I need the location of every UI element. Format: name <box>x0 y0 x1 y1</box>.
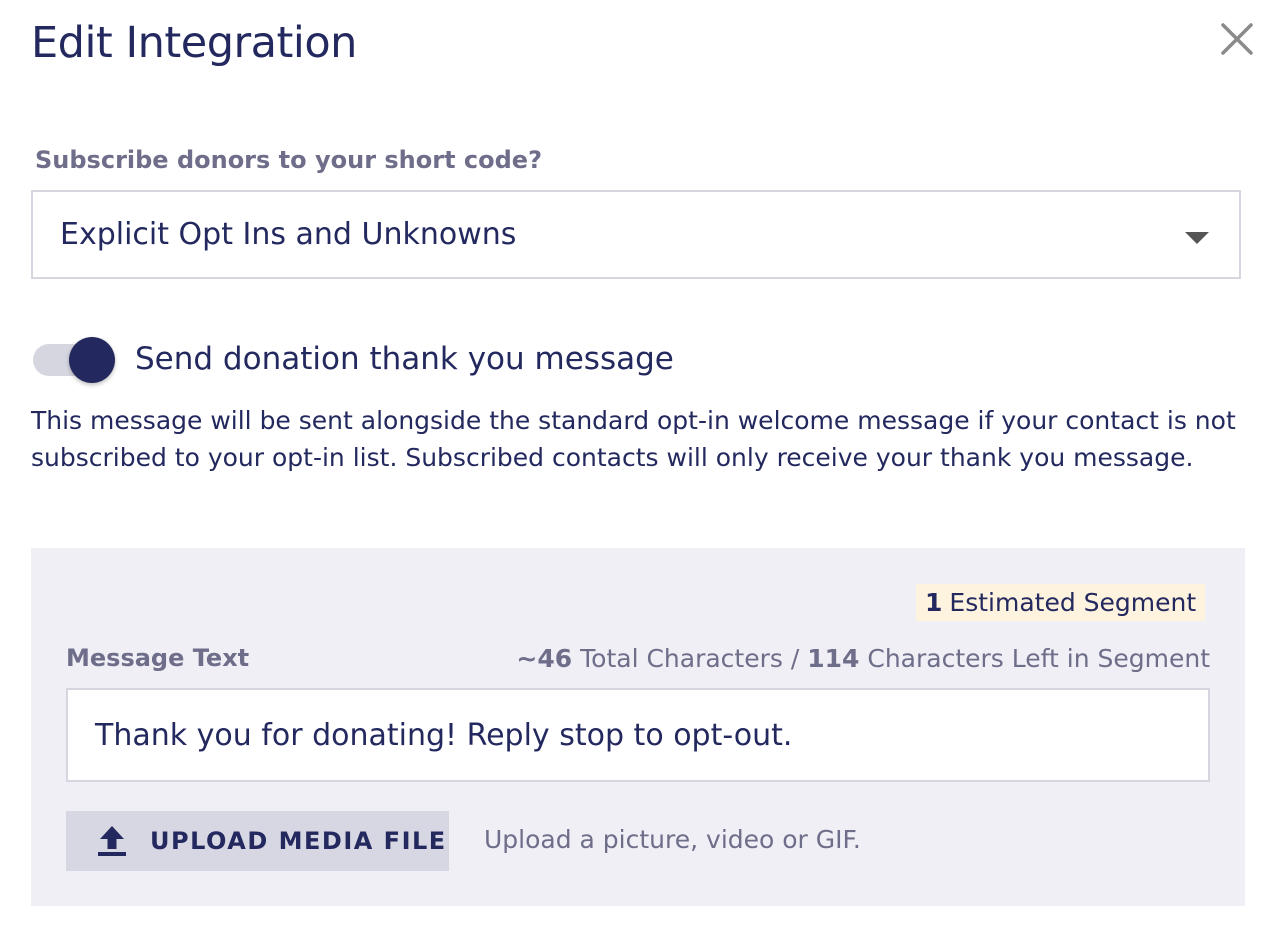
total-characters-label: Total Characters / <box>580 644 800 673</box>
message-text-input[interactable]: Thank you for donating! Reply stop to op… <box>66 688 1210 782</box>
upload-icon <box>98 825 126 857</box>
close-icon <box>1221 23 1253 55</box>
upload-media-label: UPLOAD MEDIA FILE <box>150 827 447 855</box>
subscribe-select[interactable]: Explicit Opt Ins and Unknowns <box>31 190 1241 279</box>
thank-you-description: This message will be sent alongside the … <box>31 406 1236 472</box>
segment-count: 1 <box>925 588 943 617</box>
segment-badge: 1 Estimated Segment <box>916 584 1206 621</box>
subscribe-select-value: Explicit Opt Ins and Unknowns <box>60 217 517 252</box>
message-text-value: Thank you for donating! Reply stop to op… <box>95 717 793 753</box>
thank-you-toggle[interactable] <box>33 337 115 383</box>
message-panel: 1 Estimated Segment Message Text ~46 Tot… <box>31 548 1245 906</box>
chevron-down-icon <box>1185 232 1209 244</box>
toggle-knob <box>69 337 115 383</box>
upload-hint: Upload a picture, video or GIF. <box>484 825 861 854</box>
dialog-title: Edit Integration <box>31 18 357 68</box>
total-characters: ~46 <box>516 644 573 673</box>
upload-media-button[interactable]: UPLOAD MEDIA FILE <box>66 811 449 871</box>
subscribe-label: Subscribe donors to your short code? <box>35 146 542 174</box>
characters-left: 114 <box>807 644 860 673</box>
thank-you-toggle-label[interactable]: Send donation thank you message <box>135 341 674 377</box>
characters-left-label: Characters Left in Segment <box>867 644 1210 673</box>
message-text-label: Message Text <box>66 644 250 672</box>
segment-label: Estimated Segment <box>949 588 1197 617</box>
close-button[interactable] <box>1216 18 1258 60</box>
character-count: ~46 Total Characters / 114 Characters Le… <box>516 644 1210 673</box>
